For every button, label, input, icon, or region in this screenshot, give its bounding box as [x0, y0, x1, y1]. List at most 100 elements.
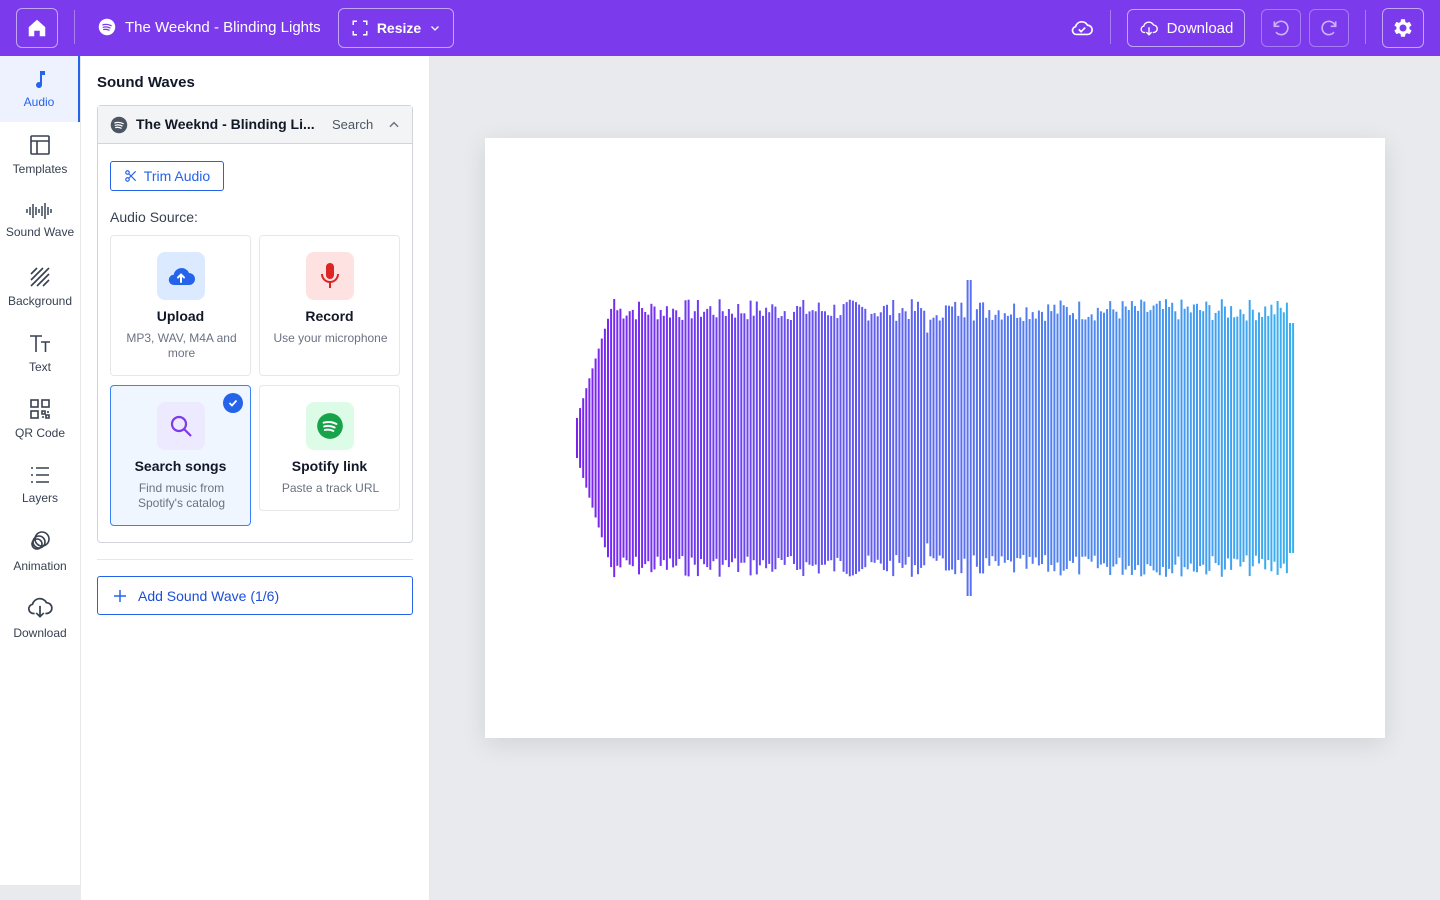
- upload-option[interactable]: Upload MP3, WAV, M4A and more: [110, 235, 251, 376]
- wave-bar: [982, 302, 985, 574]
- option-description: Paste a track URL: [281, 481, 380, 495]
- rail-item-text[interactable]: Text: [0, 320, 80, 386]
- rail-item-label: Text: [28, 360, 51, 374]
- rail-item-templates[interactable]: Templates: [0, 122, 80, 188]
- cloud-save-status[interactable]: [1070, 17, 1094, 44]
- wave-bar: [895, 320, 898, 556]
- resize-label: Resize: [376, 20, 422, 36]
- wave-bar: [855, 302, 857, 574]
- wave-bar: [1109, 301, 1112, 575]
- wave-bar: [935, 315, 938, 561]
- wave-bar: [988, 310, 991, 566]
- wave-bar: [603, 328, 606, 548]
- wave-bar: [1075, 319, 1078, 557]
- add-sound-wave-button[interactable]: Add Sound Wave (1/6): [97, 576, 413, 615]
- wave-bar: [610, 308, 613, 568]
- sound-wave-card-header[interactable]: The Weeknd - Blinding Li... Search: [98, 106, 412, 144]
- rail-item-layers[interactable]: Layers: [0, 452, 80, 518]
- sound-wave-graphic[interactable]: [485, 138, 1385, 738]
- wave-bar: [746, 319, 749, 557]
- wave-bar: [737, 304, 740, 572]
- wave-bar: [693, 311, 696, 565]
- wave-bar: [631, 309, 634, 567]
- rail-item-sound-wave[interactable]: Sound Wave: [0, 188, 80, 254]
- wave-bar: [1078, 301, 1081, 575]
- wave-bar: [696, 300, 699, 577]
- wave-bar: [659, 310, 662, 566]
- download-button[interactable]: Download: [1127, 9, 1245, 47]
- wave-bar: [1264, 306, 1267, 570]
- wave-bar: [1236, 316, 1239, 560]
- wave-bar: [811, 310, 814, 566]
- wave-bar: [1214, 312, 1217, 564]
- wave-bar: [1158, 300, 1161, 576]
- wave-bar: [892, 300, 895, 577]
- wave-bar: [1137, 310, 1140, 566]
- wave-bar: [1285, 302, 1288, 574]
- search-link[interactable]: Search: [332, 117, 373, 132]
- wave-bar: [749, 300, 752, 576]
- wave-bar: [913, 311, 916, 566]
- qr-code-icon: [30, 399, 50, 419]
- search-songs-option[interactable]: Search songs Find music from Spotify's c…: [110, 385, 251, 526]
- wave-bar: [1248, 299, 1251, 577]
- wave-bar: [1106, 309, 1109, 567]
- rail-item-label: Layers: [21, 491, 59, 505]
- record-option[interactable]: Record Use your microphone: [259, 235, 400, 376]
- wave-bar: [1000, 319, 1003, 557]
- wave-bar: [864, 308, 867, 568]
- redo-button[interactable]: [1309, 9, 1349, 47]
- wave-bar: [886, 304, 888, 572]
- design-canvas[interactable]: [485, 138, 1385, 738]
- wave-bar: [805, 313, 808, 563]
- wave-bar: [997, 310, 1000, 566]
- wave-bar: [954, 301, 957, 575]
- cloud-upload-icon: [168, 268, 195, 286]
- wave-bar: [727, 309, 730, 568]
- chevron-up-icon[interactable]: [387, 118, 401, 132]
- wave-bar: [758, 310, 761, 566]
- settings-button[interactable]: [1382, 8, 1424, 48]
- rail-item-audio[interactable]: Audio: [0, 56, 80, 122]
- wave-bar: [743, 313, 746, 563]
- wave-bar: [870, 313, 873, 563]
- wave-bar: [771, 304, 774, 572]
- wave-bar: [1140, 299, 1143, 577]
- trim-audio-button[interactable]: Trim Audio: [110, 161, 224, 191]
- rail-item-qr-code[interactable]: QR Code: [0, 386, 80, 452]
- wave-bar: [619, 308, 622, 568]
- wave-bar: [638, 301, 640, 575]
- resize-button[interactable]: Resize: [338, 8, 454, 48]
- wave-bar: [876, 316, 879, 560]
- resize-icon: [352, 20, 368, 36]
- wave-bar: [1065, 306, 1068, 569]
- rail-item-animation[interactable]: Animation: [0, 518, 80, 584]
- wave-bar: [932, 317, 935, 559]
- rail-item-download[interactable]: Download: [0, 584, 80, 650]
- option-description: MP3, WAV, M4A and more: [126, 331, 237, 360]
- wave-bar: [1056, 313, 1059, 563]
- search-icon: [170, 415, 192, 437]
- wave-bar: [941, 317, 944, 559]
- wave-bar: [721, 311, 724, 565]
- wave-bar: [591, 368, 594, 508]
- wave-bar: [814, 311, 817, 565]
- wave-bar: [1087, 316, 1090, 560]
- wave-bar: [1041, 311, 1043, 565]
- wave-bar: [1276, 301, 1279, 575]
- project-title[interactable]: The Weeknd - Blinding Lights: [98, 18, 321, 36]
- wave-bar: [755, 301, 758, 575]
- wave-bar: [1149, 310, 1152, 566]
- wave-bar: [1050, 311, 1053, 565]
- wave-bar: [979, 302, 981, 574]
- wave-bar: [1143, 301, 1146, 575]
- wave-bar: [1239, 309, 1242, 567]
- wave-bar: [1072, 313, 1074, 563]
- home-button[interactable]: [16, 8, 58, 48]
- wave-bar: [861, 306, 864, 570]
- wave-bar: [656, 319, 659, 557]
- rail-item-background[interactable]: Background: [0, 254, 80, 320]
- spotify-link-option[interactable]: Spotify link Paste a track URL: [259, 385, 400, 511]
- wave-bar: [1093, 320, 1096, 556]
- undo-button[interactable]: [1261, 9, 1301, 47]
